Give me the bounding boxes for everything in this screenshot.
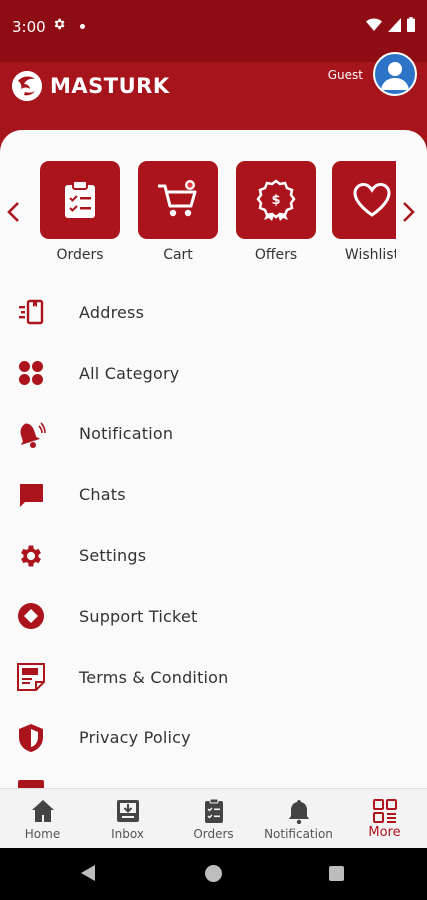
menu-label-support-ticket: Support Ticket bbox=[79, 606, 198, 626]
nav-notification[interactable]: Notification bbox=[256, 789, 341, 849]
signal-icon bbox=[388, 17, 401, 32]
tile-orders[interactable]: Orders bbox=[40, 161, 120, 263]
nav-more[interactable]: More bbox=[342, 789, 427, 849]
brand-logo[interactable]: MASTURK bbox=[12, 71, 170, 101]
status-bar: 3:00 bbox=[0, 0, 427, 62]
recent-apps-icon[interactable] bbox=[329, 866, 344, 881]
tile-cart[interactable]: Cart bbox=[138, 161, 218, 263]
tile-cart-box bbox=[138, 161, 218, 239]
menu-item-privacy-policy[interactable]: Privacy Policy bbox=[0, 708, 427, 769]
tile-offers[interactable]: $ Offers bbox=[236, 161, 316, 263]
tile-wishlist-label: Wishlist bbox=[344, 247, 396, 263]
menu-label-terms: Terms & Condition bbox=[79, 667, 229, 687]
notification-dot-icon bbox=[80, 24, 85, 29]
menu-label-chats: Chats bbox=[79, 485, 126, 505]
category-grid-icon bbox=[16, 358, 46, 388]
cart-icon bbox=[158, 180, 197, 217]
nav-home[interactable]: Home bbox=[0, 789, 85, 849]
offer-badge-icon: $ bbox=[256, 179, 296, 221]
chevron-right-icon[interactable] bbox=[398, 200, 418, 224]
system-navigation-bar bbox=[0, 848, 427, 900]
wifi-icon bbox=[366, 18, 382, 31]
gear-icon bbox=[16, 541, 46, 571]
menu-item-partial bbox=[18, 780, 44, 788]
menu-item-terms[interactable]: Terms & Condition bbox=[0, 647, 427, 708]
menu-item-notification[interactable]: Notification bbox=[0, 404, 427, 465]
terms-icon bbox=[16, 662, 46, 692]
avatar[interactable] bbox=[373, 52, 417, 96]
menu-item-settings[interactable]: Settings bbox=[0, 525, 427, 586]
nav-more-label: More bbox=[368, 825, 401, 840]
inbox-icon bbox=[116, 800, 139, 822]
tile-wishlist-box bbox=[332, 161, 396, 239]
menu-item-all-category[interactable]: All Category bbox=[0, 343, 427, 404]
home-button-icon[interactable] bbox=[205, 865, 222, 882]
menu-label-settings: Settings bbox=[79, 546, 147, 566]
support-ticket-icon bbox=[16, 601, 46, 631]
bell-icon bbox=[288, 800, 309, 824]
chat-icon bbox=[16, 480, 46, 510]
tile-cart-label: Cart bbox=[163, 247, 193, 263]
tile-wishlist[interactable]: Wishlist bbox=[332, 161, 396, 263]
back-icon[interactable] bbox=[80, 864, 96, 882]
nav-home-label: Home bbox=[24, 827, 61, 841]
user-icon bbox=[381, 62, 409, 90]
menu-label-notification: Notification bbox=[79, 424, 174, 444]
nav-inbox-label: Inbox bbox=[111, 827, 144, 841]
clipboard-icon bbox=[204, 798, 223, 823]
menu-item-support-ticket[interactable]: Support Ticket bbox=[0, 586, 427, 647]
chevron-left-icon[interactable] bbox=[4, 200, 24, 224]
menu-label-privacy-policy: Privacy Policy bbox=[79, 728, 191, 748]
menu-item-address[interactable]: Address bbox=[0, 282, 427, 343]
content-sheet: Orders Cart $ Offers Wishlist Address Al… bbox=[0, 130, 427, 788]
brand-name: MASTURK bbox=[50, 74, 170, 98]
tile-orders-box bbox=[40, 161, 120, 239]
globe-logo-icon bbox=[12, 71, 42, 101]
nav-orders-label: Orders bbox=[193, 827, 234, 841]
address-icon bbox=[16, 297, 46, 327]
menu-label-all-category: All Category bbox=[79, 363, 180, 383]
battery-icon bbox=[407, 17, 415, 32]
quick-tiles-carousel[interactable]: Orders Cart $ Offers Wishlist bbox=[40, 161, 396, 271]
home-icon bbox=[31, 800, 54, 822]
tile-offers-label: Offers bbox=[254, 247, 298, 263]
menu-item-chats[interactable]: Chats bbox=[0, 464, 427, 525]
settings-icon bbox=[54, 18, 65, 30]
menu-label-address: Address bbox=[79, 302, 145, 322]
nav-notification-label: Notification bbox=[264, 827, 333, 841]
nav-inbox[interactable]: Inbox bbox=[85, 789, 170, 849]
shield-icon bbox=[16, 723, 46, 753]
heart-icon bbox=[353, 182, 391, 217]
more-menu-list: Address All Category Notification Chats … bbox=[0, 282, 427, 768]
tile-offers-box: $ bbox=[236, 161, 316, 239]
tile-orders-label: Orders bbox=[56, 247, 104, 263]
clipboard-list-icon bbox=[65, 180, 95, 218]
nav-orders[interactable]: Orders bbox=[171, 789, 256, 849]
svg-text:$: $ bbox=[271, 193, 280, 208]
bottom-navigation: Home Inbox Orders Notification More bbox=[0, 788, 427, 848]
system-icons bbox=[366, 17, 415, 32]
guest-label: Guest bbox=[327, 68, 363, 82]
bell-icon bbox=[16, 419, 46, 449]
grid-more-icon bbox=[372, 799, 397, 823]
status-time: 3:00 bbox=[12, 18, 46, 36]
